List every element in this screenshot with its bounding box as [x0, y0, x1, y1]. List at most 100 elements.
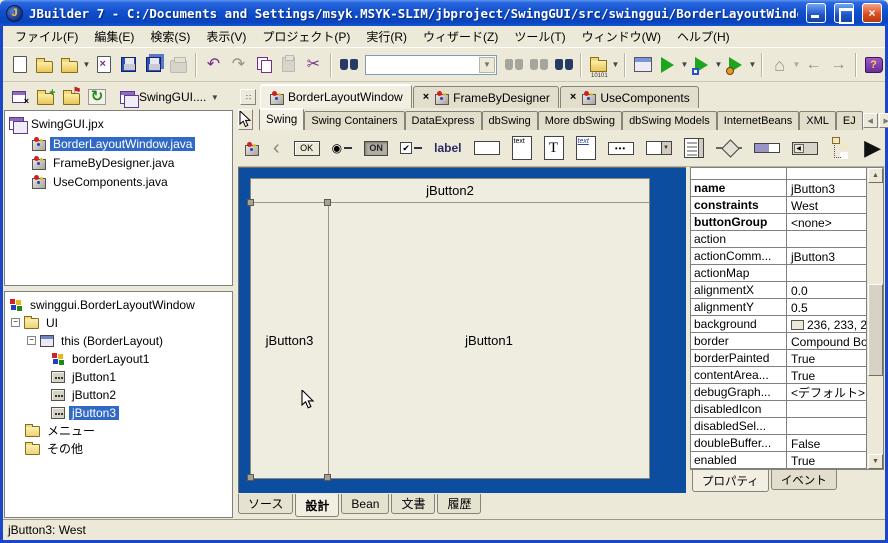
- reopen-button[interactable]: [57, 52, 82, 77]
- tab-dock-handle[interactable]: ∷: [240, 89, 256, 105]
- palette-jtogglebutton[interactable]: ON: [364, 140, 389, 156]
- menu-help[interactable]: ヘルプ(H): [669, 26, 738, 47]
- palette-jtextarea[interactable]: text: [511, 136, 532, 160]
- designed-frame[interactable]: jButton2 jButton3 jButton1: [250, 178, 650, 479]
- menu-view[interactable]: 表示(V): [198, 26, 254, 47]
- tree-row-ui-folder[interactable]: UI: [11, 314, 61, 331]
- menu-edit[interactable]: 編集(E): [86, 26, 142, 47]
- project-tree[interactable]: SwingGUI.jpx BorderLayoutWindow.java Fra…: [4, 110, 233, 286]
- palette-jtree[interactable]: [830, 136, 852, 160]
- borderlayout-label[interactable]: borderLayout1: [69, 352, 152, 366]
- menu-project[interactable]: プロジェクト(P): [254, 26, 358, 47]
- property-value[interactable]: True: [787, 350, 867, 366]
- find-button[interactable]: [336, 52, 361, 77]
- palette-tab-internetbeans[interactable]: InternetBeans: [716, 111, 800, 130]
- maximize-button[interactable]: [834, 3, 854, 24]
- tree-row-file[interactable]: FrameByDesigner.java: [31, 154, 177, 171]
- new-bean-button[interactable]: [244, 141, 259, 156]
- tab-bean[interactable]: Bean: [341, 494, 390, 514]
- make-project-button[interactable]: 10101: [586, 52, 611, 79]
- palette-jlist[interactable]: [683, 138, 704, 158]
- palette-tab-dataexpress[interactable]: DataExpress: [404, 111, 482, 130]
- close-file-button[interactable]: [91, 52, 116, 77]
- property-value[interactable]: [787, 231, 867, 247]
- search-replace-button[interactable]: [526, 52, 551, 77]
- jbutton2-label[interactable]: jButton2: [69, 388, 119, 402]
- collapse-icon[interactable]: [11, 318, 20, 327]
- property-value[interactable]: [787, 418, 867, 434]
- file-label-framebydesigner[interactable]: FrameByDesigner.java: [50, 156, 177, 170]
- remove-from-project-button[interactable]: ⚑: [60, 86, 82, 107]
- minimize-button[interactable]: [806, 3, 826, 23]
- tab-source[interactable]: ソース: [238, 494, 294, 514]
- home-caret-icon[interactable]: ▼: [792, 60, 801, 69]
- save-button[interactable]: [116, 52, 141, 77]
- optimize-button[interactable]: [723, 52, 748, 77]
- menu-wizard[interactable]: ウィザード(Z): [415, 26, 506, 47]
- project-selector[interactable]: SwingGUI.... ▼: [120, 90, 233, 108]
- tab-history[interactable]: 履歴: [437, 494, 482, 514]
- add-to-project-button[interactable]: +: [34, 87, 56, 107]
- selection-handle[interactable]: [324, 474, 331, 481]
- palette-jslider[interactable]: [715, 140, 742, 156]
- file-label-usecomponents[interactable]: UseComponents.java: [50, 175, 171, 189]
- palette-tab-dbswing[interactable]: dbSwing: [481, 111, 538, 130]
- scroll-tabs-left-button[interactable]: ◀: [862, 113, 878, 128]
- optimize-caret-icon[interactable]: ▼: [748, 60, 757, 69]
- designer-canvas[interactable]: jButton2 jButton3 jButton1: [238, 167, 686, 493]
- cut-button[interactable]: ✂: [301, 52, 326, 77]
- menu-search[interactable]: 検索(S): [142, 26, 198, 47]
- structure-root-label[interactable]: swinggui.BorderLayoutWindow: [27, 298, 198, 312]
- help-button[interactable]: ?: [861, 52, 886, 77]
- ui-folder-label[interactable]: UI: [43, 316, 61, 330]
- palette-jtextpane[interactable]: text: [575, 136, 596, 160]
- palette-jeditorpane[interactable]: T: [543, 136, 564, 160]
- tree-row-class-root[interactable]: swinggui.BorderLayoutWindow: [9, 296, 198, 313]
- palette-tab-swing-containers[interactable]: Swing Containers: [304, 111, 405, 130]
- reopen-caret-icon[interactable]: ▼: [82, 60, 91, 69]
- tree-row-file[interactable]: UseComponents.java: [31, 173, 171, 190]
- run-caret-icon[interactable]: ▼: [680, 60, 689, 69]
- file-label-borderlayoutwindow[interactable]: BorderLayoutWindow.java: [50, 136, 196, 151]
- palette-jlabel[interactable]: label: [434, 141, 461, 155]
- tree-row-project-root[interactable]: SwingGUI.jpx: [9, 115, 107, 134]
- property-value[interactable]: [787, 401, 867, 417]
- tree-row-file[interactable]: BorderLayoutWindow.java: [31, 135, 196, 152]
- scroll-up-button[interactable]: ▲: [868, 168, 883, 183]
- palette-tab-dbswing-models[interactable]: dbSwing Models: [622, 111, 717, 130]
- designer-jbutton2[interactable]: jButton2: [251, 179, 649, 203]
- palette-tab-ejb[interactable]: EJ: [835, 111, 863, 130]
- palette-jcheckbox[interactable]: ✔: [400, 142, 423, 154]
- undo-button[interactable]: ↶: [201, 52, 226, 77]
- open-file-button[interactable]: [32, 52, 57, 77]
- property-value[interactable]: False: [787, 435, 867, 451]
- tree-row-borderlayout[interactable]: borderLayout1: [51, 350, 152, 367]
- palette-jpasswordfield[interactable]: •••: [607, 141, 634, 155]
- tree-row-jbutton1[interactable]: jButton1: [51, 368, 119, 385]
- forward-button[interactable]: →: [826, 52, 851, 77]
- home-button[interactable]: ⌂: [767, 52, 792, 77]
- title-bar[interactable]: J JBuilder 7 - C:/Documents and Settings…: [0, 0, 888, 26]
- palette-jtextfield[interactable]: [473, 141, 500, 155]
- property-value[interactable]: 0.0: [787, 282, 867, 298]
- close-tab-icon[interactable]: ×: [422, 92, 430, 103]
- tab-usecomponents[interactable]: × UseComponents: [559, 86, 699, 108]
- tree-row-other-folder[interactable]: その他: [25, 440, 86, 457]
- menu-window[interactable]: ウィンドウ(W): [574, 26, 669, 47]
- scroll-tabs-right-button[interactable]: ▶: [878, 113, 888, 128]
- menu-folder-label[interactable]: メニュー: [44, 422, 98, 439]
- print-button[interactable]: [166, 52, 191, 77]
- palette-tab-swing[interactable]: Swing: [259, 108, 305, 130]
- palette-jradiobutton[interactable]: ◉: [332, 141, 353, 155]
- run-config-button[interactable]: [630, 52, 655, 77]
- tab-design[interactable]: 設計: [295, 494, 340, 517]
- property-value[interactable]: True: [787, 452, 867, 468]
- run-button[interactable]: [655, 52, 680, 77]
- property-value[interactable]: West: [787, 197, 867, 213]
- save-all-button[interactable]: [141, 52, 166, 77]
- property-value[interactable]: 236, 233, 2: [787, 316, 867, 332]
- menu-run[interactable]: 実行(R): [358, 26, 415, 47]
- debug-caret-icon[interactable]: ▼: [714, 60, 723, 69]
- tab-events[interactable]: イベント: [770, 470, 837, 490]
- property-value[interactable]: [787, 265, 867, 281]
